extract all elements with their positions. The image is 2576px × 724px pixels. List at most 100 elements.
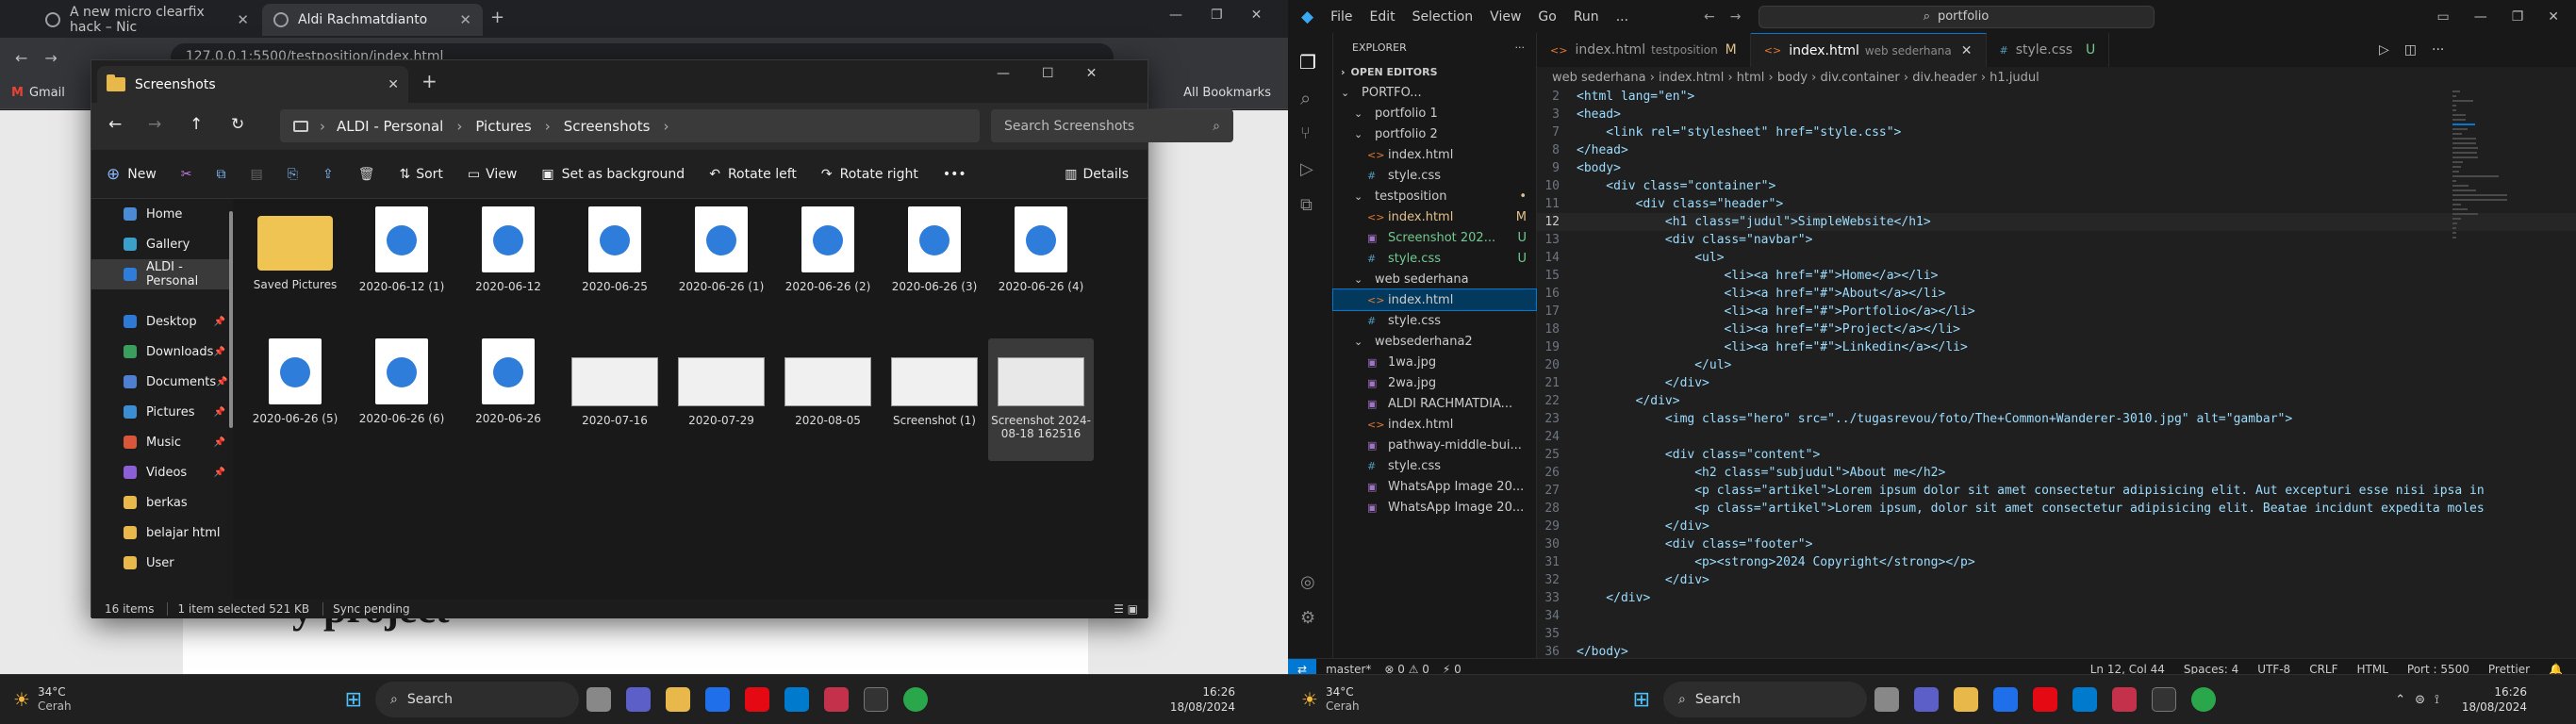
explorer-tab[interactable]: Screenshots ✕ — [97, 66, 408, 103]
file-item[interactable]: 2020-06-26 (2) — [775, 206, 881, 312]
layout-toggle-icon[interactable]: ☰ ▣ — [1114, 602, 1138, 616]
new-button[interactable]: New — [127, 167, 157, 182]
close-icon[interactable]: ✕ — [1086, 66, 1098, 81]
forward-icon[interactable]: → — [44, 49, 57, 67]
sidebar-item[interactable]: Gallery — [91, 229, 233, 259]
rotate-left-button[interactable]: Rotate left — [728, 167, 797, 182]
pin-icon[interactable]: 📌 — [214, 317, 225, 327]
tree-item[interactable]: ▣ WhatsApp Image 20... — [1333, 476, 1536, 497]
tree-item[interactable]: ▣ WhatsApp Image 20... — [1333, 497, 1536, 518]
tree-item[interactable]: ⌄ testposition • — [1333, 186, 1536, 206]
tree-item[interactable]: # style.css — [1333, 310, 1536, 331]
editor-tab[interactable]: <> index.html testposition M — [1537, 33, 1751, 67]
back-icon[interactable]: ← — [15, 49, 27, 67]
chrome-icon[interactable] — [2191, 687, 2217, 712]
tree-item[interactable]: ⌄ portfolio 1 — [1333, 103, 1536, 123]
share-icon[interactable]: ⇪ — [322, 167, 334, 182]
minimize-icon[interactable]: — — [997, 66, 1010, 81]
pin-icon[interactable]: 📌 — [214, 407, 225, 418]
more-icon[interactable]: ··· — [2432, 42, 2444, 58]
todo-icon[interactable] — [1993, 687, 2019, 712]
open-editors-section[interactable]: › OPEN EDITORS — [1333, 61, 1536, 82]
layout-icon[interactable]: ▭ — [2436, 9, 2449, 25]
chrome-icon[interactable] — [903, 687, 929, 712]
code-editor[interactable]: 2 <html lang="en"> 3 <head> 7 <link rel="sty… — [1537, 88, 2576, 658]
close-icon[interactable]: ✕ — [1251, 8, 1263, 23]
tree-item[interactable]: <> index.html — [1333, 144, 1536, 165]
file-item[interactable]: Saved Pictures — [242, 206, 348, 312]
vscode-icon[interactable] — [2072, 687, 2098, 712]
tree-item[interactable]: ▣ 1wa.jpg — [1333, 352, 1536, 372]
menu-item[interactable]: Go — [1538, 9, 1556, 25]
pin-icon[interactable]: 📌 — [214, 347, 225, 357]
gear-icon[interactable]: ⚙ — [1300, 608, 1315, 628]
file-item[interactable]: 2020-06-12 — [455, 206, 561, 312]
sidebar-item[interactable]: Downloads 📌 — [91, 337, 233, 367]
breadcrumb-item[interactable]: Pictures — [475, 118, 531, 135]
forward-icon[interactable]: → — [148, 115, 161, 134]
editor-tab[interactable]: <> index.html web sederhana ✕ — [1750, 33, 1987, 67]
tree-item[interactable]: # style.css U — [1333, 248, 1536, 269]
delete-icon[interactable]: 🗑 — [358, 167, 375, 182]
app-icon[interactable] — [864, 687, 889, 712]
menu-item[interactable]: File — [1330, 9, 1352, 25]
close-icon[interactable]: ✕ — [2548, 9, 2559, 25]
sidebar-item[interactable]: ALDI - Personal — [91, 259, 233, 289]
address-bar[interactable]: › ALDI - Personal › Pictures › Screensho… — [280, 109, 980, 142]
app-icon[interactable] — [2112, 687, 2138, 712]
pin-icon[interactable]: 📌 — [214, 468, 225, 478]
taskbar-search[interactable]: ⌕ Search — [375, 682, 580, 717]
search-input[interactable]: Search Screenshots ⌕ — [991, 109, 1233, 142]
tree-item[interactable]: <> index.html M — [1333, 206, 1536, 227]
file-item[interactable]: 2020-06-12 (1) — [349, 206, 454, 312]
app-icon[interactable] — [2152, 687, 2177, 712]
tree-item[interactable]: ⌄ web sederhana — [1333, 269, 1536, 289]
command-center[interactable]: ⌕ portfolio — [1758, 5, 2155, 28]
more-icon[interactable]: ••• — [943, 167, 966, 182]
close-icon[interactable]: ✕ — [459, 11, 471, 28]
rename-icon[interactable]: ⎘ — [288, 167, 298, 182]
explorer-icon[interactable]: ❐ — [1299, 44, 1332, 80]
run-debug-icon[interactable]: ▷ — [1300, 152, 1332, 188]
source-control-icon[interactable]: ⑂ — [1300, 116, 1332, 152]
tree-item[interactable]: ▣ 2wa.jpg — [1333, 372, 1536, 393]
details-button[interactable]: Details — [1082, 167, 1129, 182]
tree-item[interactable]: ▣ ALDI RACHMATDIA... — [1333, 393, 1536, 414]
file-item[interactable]: 2020-06-26 (3) — [882, 206, 987, 312]
copy-icon[interactable]: ⧉ — [217, 167, 226, 182]
sidebar-item[interactable]: Videos 📌 — [91, 457, 233, 487]
sidebar-item[interactable]: Desktop 📌 — [91, 306, 233, 337]
file-item[interactable]: Screenshot (1) — [882, 338, 987, 444]
file-item[interactable]: 2020-07-16 — [562, 338, 668, 444]
minimize-icon[interactable]: — — [2474, 9, 2487, 25]
view-button[interactable]: View — [486, 167, 517, 182]
account-icon[interactable]: ◎ — [1300, 572, 1315, 592]
browser-tab-1[interactable]: A new micro clearfix hack – Nic ✕ — [34, 4, 260, 36]
more-icon[interactable]: ··· — [1515, 41, 1526, 54]
tree-item[interactable]: ⌄ PORTFO... — [1333, 82, 1536, 103]
back-icon[interactable]: ← — [108, 115, 122, 134]
file-item[interactable]: 2020-06-26 (5) — [242, 338, 348, 444]
refresh-icon[interactable]: ↻ — [231, 115, 244, 134]
file-item[interactable]: Screenshot 2024-08-18 162516 — [988, 338, 1094, 461]
vscode-icon[interactable] — [784, 687, 810, 712]
sidebar-item[interactable]: belajar html — [91, 518, 233, 548]
file-explorer-icon[interactable] — [666, 687, 691, 712]
todo-icon[interactable] — [705, 687, 731, 712]
task-view-icon[interactable] — [586, 687, 612, 712]
pin-icon[interactable]: 📌 — [216, 377, 227, 387]
weather-widget[interactable]: 34°C Cerah — [38, 685, 72, 714]
sidebar-item[interactable]: Music 📌 — [91, 427, 233, 457]
sidebar-item[interactable]: berkas — [91, 487, 233, 518]
taskbar-search[interactable]: ⌕ Search — [1663, 682, 1868, 717]
task-view-icon[interactable] — [1874, 687, 1900, 712]
up-icon[interactable]: ↑ — [190, 115, 203, 134]
browser-tab-2[interactable]: Aldi Rachmatdianto ✕ — [262, 4, 483, 36]
bookmark-gmail[interactable]: Gmail — [29, 86, 65, 100]
file-item[interactable]: 2020-06-26 (1) — [669, 206, 774, 312]
close-icon[interactable]: ✕ — [388, 77, 399, 92]
sort-button[interactable]: Sort — [416, 167, 443, 182]
sidebar-item[interactable]: Documents 📌 — [91, 367, 233, 397]
breadcrumb-item[interactable]: ALDI - Personal — [337, 118, 443, 135]
maximize-icon[interactable]: ❐ — [1211, 8, 1223, 23]
